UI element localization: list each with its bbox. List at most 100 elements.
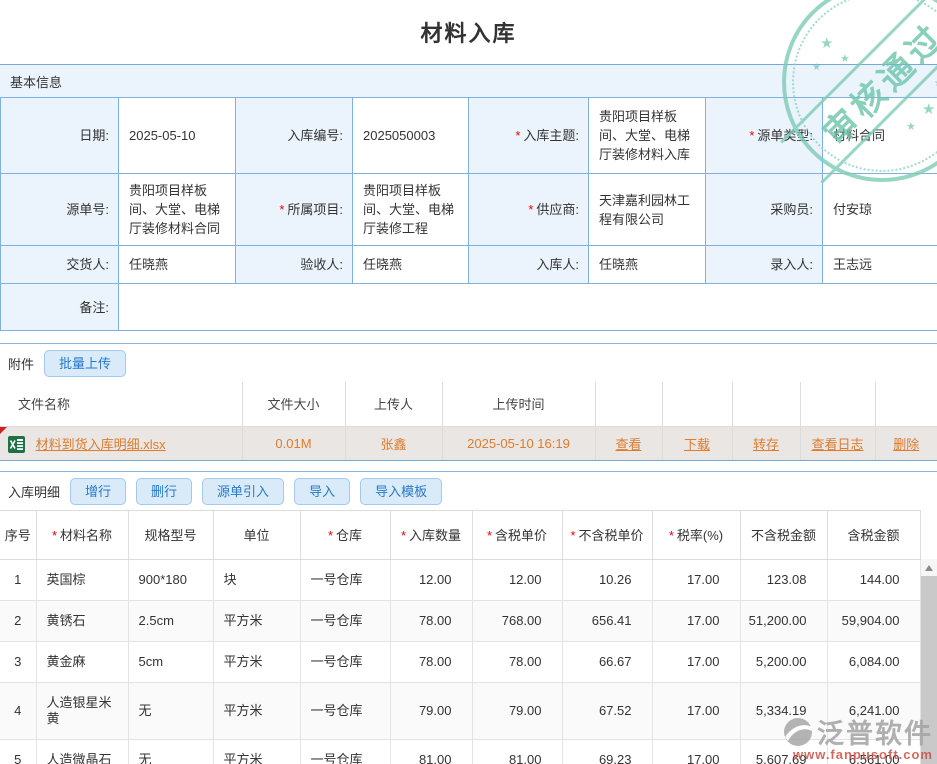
detail-cell: 12.00: [390, 560, 472, 601]
delete-link[interactable]: 删除: [893, 437, 919, 452]
page-title: 材料入库: [420, 16, 516, 48]
transfer-link[interactable]: 转存: [753, 437, 779, 452]
detail-cell: 1: [0, 560, 36, 601]
field-label-source-type: *源单类型:: [706, 98, 823, 174]
field-label-warehouser: 入库人:: [469, 246, 589, 284]
detail-cell: 69.23: [562, 740, 652, 764]
detail-cell: 平方米: [213, 601, 300, 642]
file-col-action: [662, 382, 732, 426]
file-col-action: [800, 382, 875, 426]
section-title: 基本信息: [10, 72, 62, 91]
detail-cell: 人造银星米黄: [36, 683, 128, 740]
detail-cell: 一号仓库: [300, 560, 390, 601]
field-value-subject[interactable]: 贵阳项目样板间、大堂、电梯厅装修材料入库: [589, 98, 706, 174]
detail-cell: 黄锈石: [36, 601, 128, 642]
detail-cell: 59,904.00: [827, 601, 920, 642]
detail-column-header: 不含税金额: [740, 511, 827, 560]
view-link[interactable]: 查看: [615, 437, 641, 452]
file-action-viewlog: 查看日志: [800, 426, 875, 460]
detail-column-header: *仓库: [300, 511, 390, 560]
detail-cell: 2: [0, 601, 36, 642]
add-row-button[interactable]: 增行: [70, 478, 126, 505]
details-toolbar: 入库明细 增行 删行 源单引入 导入 导入模板: [0, 472, 937, 510]
detail-cell: 81.00: [390, 740, 472, 764]
detail-cell: 17.00: [652, 683, 740, 740]
detail-cell: 6,084.00: [827, 642, 920, 683]
table-row[interactable]: 2黄锈石2.5cm平方米一号仓库78.00768.00656.4117.0051…: [0, 601, 920, 642]
field-value-source-type[interactable]: 材料合同: [823, 98, 937, 174]
detail-cell: 5,334.19: [740, 683, 827, 740]
field-label-supplier: *供应商:: [469, 174, 589, 246]
field-value-inbound-no[interactable]: 2025050003: [353, 98, 469, 174]
detail-column-header: 含税金额: [827, 511, 920, 560]
file-col-size: 文件大小: [242, 382, 345, 426]
file-col-action: [875, 382, 937, 426]
attachments-toolbar: 附件 批量上传: [0, 344, 937, 382]
import-template-button[interactable]: 导入模板: [360, 478, 442, 505]
required-asterisk: *: [528, 202, 533, 217]
detail-cell: 块: [213, 560, 300, 601]
field-label-inspector: 验收人:: [236, 246, 353, 284]
detail-column-header: 序号: [0, 511, 36, 560]
detail-cell: 17.00: [652, 601, 740, 642]
field-value-project[interactable]: 贵阳项目样板间、大堂、电梯厅装修工程: [353, 174, 469, 246]
detail-cell: 78.00: [390, 642, 472, 683]
attachments-section: 附件 批量上传 文件名称 文件大小 上传人 上传时间: [0, 343, 937, 461]
file-action-download: 下载: [662, 426, 732, 460]
detail-cell: 一号仓库: [300, 683, 390, 740]
file-uploader: 张鑫: [345, 426, 442, 460]
table-row[interactable]: 3黄金麻5cm平方米一号仓库78.0078.0066.6717.005,200.…: [0, 642, 920, 683]
field-value-recorder[interactable]: 王志远: [823, 246, 937, 284]
scroll-up-arrow-icon[interactable]: [921, 559, 937, 576]
field-value-supplier[interactable]: 天津嘉利园林工程有限公司: [589, 174, 706, 246]
detail-column-header: *不含税单价: [562, 511, 652, 560]
detail-cell: 平方米: [213, 642, 300, 683]
detail-cell: 平方米: [213, 740, 300, 764]
detail-cell: 平方米: [213, 683, 300, 740]
import-button[interactable]: 导入: [294, 478, 350, 505]
detail-cell: 67.52: [562, 683, 652, 740]
detail-cell: 10.26: [562, 560, 652, 601]
detail-cell: 656.41: [562, 601, 652, 642]
inbound-details-section: 入库明细 增行 删行 源单引入 导入 导入模板 序号*材料名称规格型号单位*仓库…: [0, 471, 937, 764]
detail-cell: 79.00: [390, 683, 472, 740]
field-label-project: *所属项目:: [236, 174, 353, 246]
file-row[interactable]: 材料到货入库明细.xlsx 0.01M 张鑫 2025-05-10 16:19 …: [0, 426, 937, 460]
detail-cell: 6,561.00: [827, 740, 920, 764]
detail-cell: 79.00: [472, 683, 562, 740]
import-from-source-button[interactable]: 源单引入: [202, 478, 284, 505]
required-asterisk: *: [279, 202, 284, 217]
file-name-link[interactable]: 材料到货入库明细.xlsx: [36, 437, 166, 452]
required-asterisk: *: [328, 528, 333, 543]
field-label-subject: *入库主题:: [469, 98, 589, 174]
field-value-remark[interactable]: [119, 284, 937, 331]
detail-cell: 无: [128, 740, 213, 764]
download-link[interactable]: 下载: [684, 437, 710, 452]
file-col-action: [595, 382, 662, 426]
field-label-source-no: 源单号:: [1, 174, 119, 246]
batch-upload-button[interactable]: 批量上传: [44, 350, 126, 377]
vertical-scrollbar[interactable]: [921, 559, 937, 764]
detail-column-header: *税率(%): [652, 511, 740, 560]
title-bar: 材料入库: [0, 0, 937, 64]
view-log-link[interactable]: 查看日志: [811, 437, 863, 452]
delete-row-button[interactable]: 删行: [136, 478, 192, 505]
field-value-deliverer[interactable]: 任晓燕: [119, 246, 236, 284]
attachments-label: 附件: [8, 354, 34, 373]
detail-column-header: 单位: [213, 511, 300, 560]
field-label-inbound-no: 入库编号:: [236, 98, 353, 174]
table-row[interactable]: 5人造微晶石无平方米一号仓库81.0081.0069.2317.005,607.…: [0, 740, 920, 764]
table-row[interactable]: 4人造银星米黄无平方米一号仓库79.0079.0067.5217.005,334…: [0, 683, 920, 740]
detail-cell: 一号仓库: [300, 601, 390, 642]
excel-file-icon: [8, 436, 25, 453]
field-label-purchaser: 采购员:: [706, 174, 823, 246]
table-row[interactable]: 1英国棕900*180块一号仓库12.0012.0010.2617.00123.…: [0, 560, 920, 601]
field-value-inspector[interactable]: 任晓燕: [353, 246, 469, 284]
field-value-source-no[interactable]: 贵阳项目样板间、大堂、电梯厅装修材料合同: [119, 174, 236, 246]
field-value-purchaser[interactable]: 付安琼: [823, 174, 937, 246]
file-action-delete: 删除: [875, 426, 937, 460]
detail-cell: 一号仓库: [300, 642, 390, 683]
field-value-warehouser[interactable]: 任晓燕: [589, 246, 706, 284]
scrollbar-thumb[interactable]: [921, 576, 937, 764]
field-value-date[interactable]: 2025-05-10: [119, 98, 236, 174]
